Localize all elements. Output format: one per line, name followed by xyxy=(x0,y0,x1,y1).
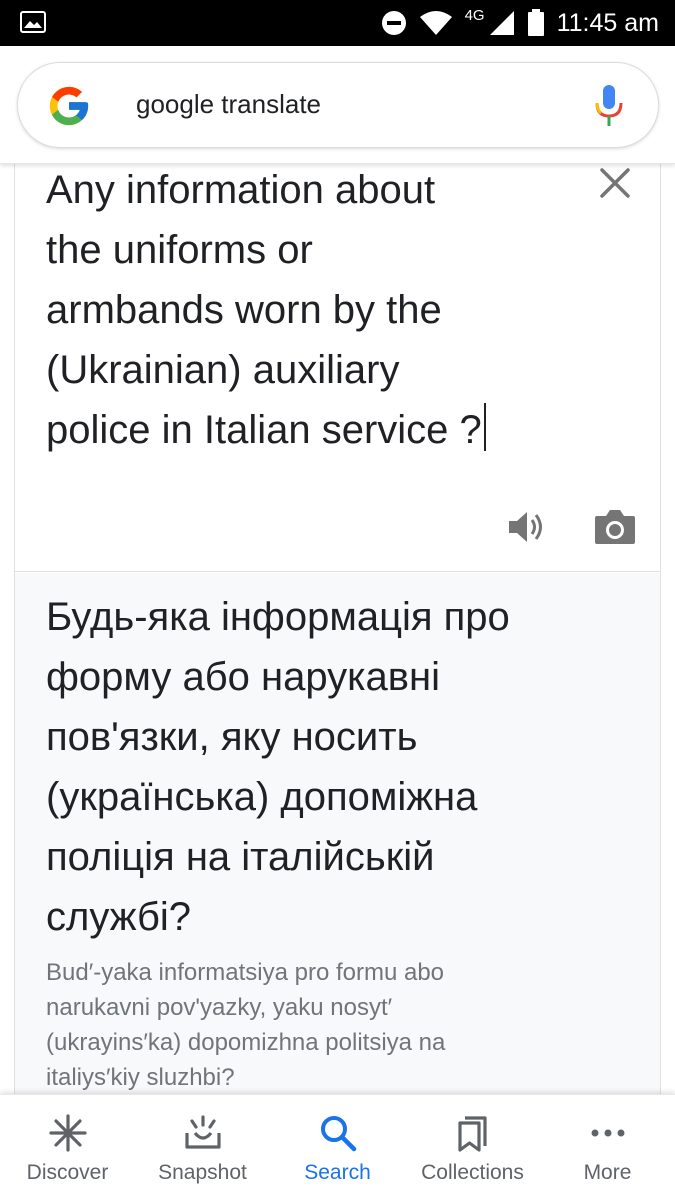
status-bar: 4G 11:45 am xyxy=(0,0,675,46)
source-text-input[interactable]: Any information about the uniforms or ar… xyxy=(46,164,566,460)
transliteration-line: narukavni pov'yazky, yaku nosyt′ xyxy=(46,994,393,1021)
wifi-icon xyxy=(419,11,452,35)
bottom-navigation: Discover Snapshot Search Collections Mor… xyxy=(0,1094,675,1200)
source-line: (Ukrainian) auxiliary xyxy=(46,348,400,392)
cell-signal-icon xyxy=(489,11,514,35)
gallery-notification-icon xyxy=(20,11,46,33)
search-magnifier-icon xyxy=(320,1116,356,1152)
search-header: google translate xyxy=(0,46,675,164)
status-time: 11:45 am xyxy=(556,8,659,37)
translation-text: Будь-яка інформація про форму або нарука… xyxy=(46,587,626,947)
nav-label: Search xyxy=(304,1161,371,1184)
more-dots-icon xyxy=(591,1129,624,1137)
discover-asterisk-icon xyxy=(48,1114,87,1152)
transliteration-text: Bud′-yaka informatsiya pro formu abo nar… xyxy=(46,955,626,1094)
translation-line: Будь-яка інформація про xyxy=(46,595,510,639)
google-g-logo-icon xyxy=(49,86,89,126)
battery-icon xyxy=(527,9,544,36)
nav-collections[interactable]: Collections xyxy=(413,1095,533,1200)
nav-search[interactable]: Search xyxy=(278,1095,398,1200)
nav-label: Discover xyxy=(26,1161,109,1184)
translation-panel: Будь-яка інформація про форму або нарука… xyxy=(15,573,660,1094)
source-panel[interactable]: Any information about the uniforms or ar… xyxy=(15,164,660,572)
nav-more[interactable]: More xyxy=(548,1095,668,1200)
text-cursor xyxy=(483,403,486,451)
snapshot-tray-icon xyxy=(184,1115,221,1149)
nav-label: Collections xyxy=(421,1161,524,1184)
transliteration-line: (ukrayins′ka) dopomizhna politsiya na xyxy=(46,1029,446,1056)
nav-label: More xyxy=(583,1161,632,1184)
source-line: police in Italian service ? xyxy=(46,408,482,452)
camera-input-icon[interactable] xyxy=(593,508,637,546)
source-line: the uniforms or xyxy=(46,228,313,272)
voice-search-mic-icon[interactable] xyxy=(594,83,624,129)
translation-line: службі? xyxy=(46,895,192,939)
translation-line: пов'язки, яку носить xyxy=(46,715,418,759)
nav-snapshot[interactable]: Snapshot xyxy=(143,1095,263,1200)
source-line: armbands worn by the xyxy=(46,288,442,332)
translate-card: Any information about the uniforms or ar… xyxy=(14,164,661,1094)
translation-line: (українська) допоміжна xyxy=(46,775,478,819)
search-query[interactable]: google translate xyxy=(136,89,321,120)
listen-speaker-icon[interactable] xyxy=(505,506,547,548)
transliteration-line: italiys′kiy sluzhbi? xyxy=(46,1064,235,1091)
source-line: Any information about xyxy=(46,168,436,212)
do-not-disturb-icon xyxy=(381,11,406,35)
transliteration-line: Bud′-yaka informatsiya pro formu abo xyxy=(46,959,445,986)
collections-bookmark-icon xyxy=(457,1116,487,1152)
nav-discover[interactable]: Discover xyxy=(8,1095,128,1200)
network-type-label: 4G xyxy=(464,6,485,24)
nav-label: Snapshot xyxy=(158,1161,247,1184)
translation-line: поліція на італійській xyxy=(46,835,435,879)
search-box[interactable]: google translate xyxy=(17,62,659,148)
translation-line: форму або нарукавні xyxy=(46,655,440,699)
source-line-last: police in Italian service ? xyxy=(46,400,566,460)
clear-text-close-icon[interactable] xyxy=(598,166,632,200)
